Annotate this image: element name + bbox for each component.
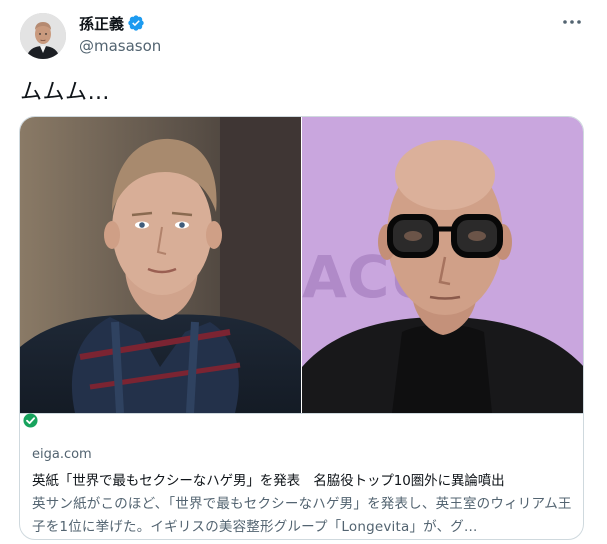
tweet-text: ムムム…: [20, 80, 111, 105]
avatar[interactable]: [20, 13, 66, 59]
tweet: 孫正義 @masason ムムム… ACU eiga.com 英紙「世界で最もセ…: [0, 0, 607, 544]
card-photo-left: [20, 117, 301, 413]
avatar-photo: [20, 13, 66, 59]
card-domain: eiga.com: [32, 447, 92, 462]
verified-badge-icon[interactable]: [127, 14, 145, 32]
card-photo-right: ACU: [302, 117, 583, 413]
user-handle[interactable]: @masason: [79, 37, 161, 55]
display-name[interactable]: 孫正義: [79, 13, 124, 34]
card-title[interactable]: 英紙「世界で最もセクシーなハゲ男」を発表 名脇役トップ10圏外に異論噴出: [32, 469, 505, 489]
author-block: 孫正義 @masason: [79, 11, 161, 56]
card-description: 英サン紙がこのほど、「世界で最もセクシーなハゲ男」を発表し、英王室のウィリアム王…: [32, 496, 572, 535]
display-name-row: 孫正義: [79, 11, 161, 35]
card-image[interactable]: ACU: [20, 117, 583, 413]
link-card[interactable]: ACU eiga.com 英紙「世界で最もセクシーなハゲ男」を発表 名脇役トップ…: [19, 116, 584, 540]
green-check-icon: [23, 413, 38, 428]
more-options-icon[interactable]: [561, 12, 583, 32]
card-info[interactable]: eiga.com 英紙「世界で最もセクシーなハゲ男」を発表 名脇役トップ10圏外…: [20, 413, 583, 539]
